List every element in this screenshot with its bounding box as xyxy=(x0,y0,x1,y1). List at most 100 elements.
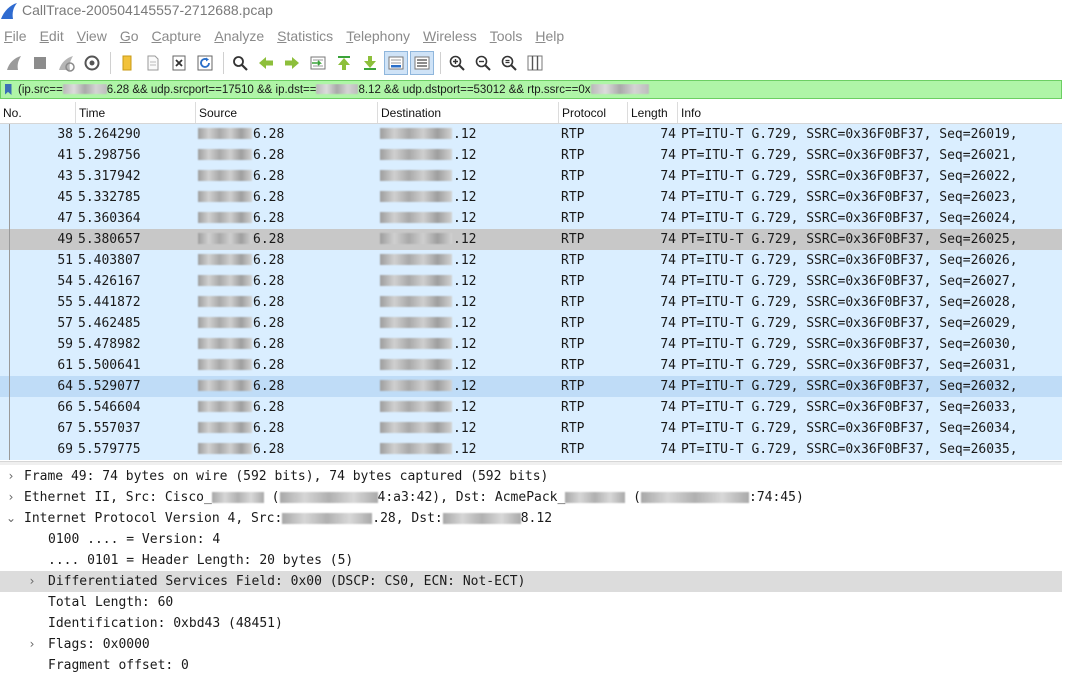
menu-edit[interactable]: Edit xyxy=(40,28,64,44)
cell-protocol: RTP xyxy=(561,148,585,163)
menu-go[interactable]: Go xyxy=(120,28,139,44)
tree-item-ipv4[interactable]: ⌄ Internet Protocol Version 4, Src: .28, … xyxy=(0,508,1062,529)
cell-source-suffix: 6.28 xyxy=(253,274,285,289)
tree-field-label: Flags: 0x0000 xyxy=(48,637,150,652)
packet-row[interactable]: 64 5.529077 6.28 .12 RTP 74 PT=ITU-T G.729, SS… xyxy=(0,376,1062,397)
packet-row[interactable]: 55 5.441872 6.28 .12 RTP 74 PT=ITU-T G.729, SS… xyxy=(0,292,1062,313)
filter-bookmark-icon[interactable] xyxy=(1,81,15,98)
options-gear-icon[interactable] xyxy=(80,51,104,75)
menu-view[interactable]: View xyxy=(77,28,107,44)
packet-row[interactable]: 49 5.380657 6.28 .12 RTP 74 PT=ITU-T G.729, SS… xyxy=(0,229,1062,250)
packet-row[interactable]: 47 5.360364 6.28 .12 RTP 74 PT=ITU-T G.729, SS… xyxy=(0,208,1062,229)
tree-field-label: Fragment offset: 0 xyxy=(48,658,189,673)
packet-details[interactable]: › Frame 49: 74 bytes on wire (592 bits), … xyxy=(0,466,1062,677)
cell-info: PT=ITU-T G.729, SSRC=0x36F0BF37, Seq=260… xyxy=(681,316,1018,331)
column-header-time[interactable]: Time xyxy=(76,102,196,123)
cell-destination: .12 xyxy=(378,145,559,166)
cell-protocol: RTP xyxy=(561,400,585,415)
redacted-address xyxy=(198,296,252,307)
cell-time: 5.403807 xyxy=(78,253,141,268)
packet-row[interactable]: 69 5.579775 6.28 .12 RTP 74 PT=ITU-T G.729, SS… xyxy=(0,439,1062,460)
row-bracket-line xyxy=(9,166,10,187)
cell-destination-suffix: .12 xyxy=(453,211,477,226)
stop-icon[interactable] xyxy=(28,51,52,75)
tree-field-dsfield[interactable]: › Differentiated Services Field: 0x00 (DS… xyxy=(0,571,1062,592)
open-file-icon[interactable] xyxy=(115,51,139,75)
cell-source-suffix: 6.28 xyxy=(253,400,285,415)
menu-file[interactable]: File xyxy=(4,28,27,44)
collapse-arrow-icon[interactable]: ⌄ xyxy=(4,508,18,529)
file-icon[interactable] xyxy=(141,51,165,75)
back-arrow-icon[interactable] xyxy=(254,51,278,75)
expand-arrow-icon[interactable]: › xyxy=(4,466,18,487)
packet-row[interactable]: 67 5.557037 6.28 .12 RTP 74 PT=ITU-T G.729, SS… xyxy=(0,418,1062,439)
tree-field-label: .... 0101 = Header Length: 20 bytes (5) xyxy=(48,553,354,568)
restart-icon[interactable] xyxy=(54,51,78,75)
packet-row[interactable]: 41 5.298756 6.28 .12 RTP 74 PT=ITU-T G.729, SS… xyxy=(0,145,1062,166)
menu-capture[interactable]: Capture xyxy=(152,28,202,44)
column-header-no[interactable]: No. xyxy=(0,102,76,123)
first-packet-icon[interactable] xyxy=(332,51,356,75)
redacted-address xyxy=(198,401,252,412)
normal-size-icon[interactable] xyxy=(497,51,521,75)
tree-field[interactable]: Fragment offset: 0 xyxy=(0,655,1062,676)
menu-statistics[interactable]: Statistics xyxy=(277,28,333,44)
cell-destination-suffix: .12 xyxy=(453,274,477,289)
find-icon[interactable] xyxy=(228,51,252,75)
cell-length: 74 xyxy=(660,358,676,373)
cell-source-suffix: 6.28 xyxy=(253,358,285,373)
menu-wireless[interactable]: Wireless xyxy=(423,28,477,44)
expand-arrow-icon[interactable]: › xyxy=(4,487,18,508)
redacted-address xyxy=(380,275,452,286)
shark-fin-start-icon[interactable] xyxy=(2,51,26,75)
tree-field-flags[interactable]: › Flags: 0x0000 xyxy=(0,634,1062,655)
expand-arrow-icon[interactable]: › xyxy=(25,571,39,592)
forward-arrow-icon[interactable] xyxy=(280,51,304,75)
colorize-icon[interactable] xyxy=(410,51,434,75)
packet-row[interactable]: 66 5.546604 6.28 .12 RTP 74 PT=ITU-T G.729, SS… xyxy=(0,397,1062,418)
tree-field[interactable]: 0100 .... = Version: 4 xyxy=(0,529,1062,550)
column-header-info[interactable]: Info xyxy=(678,102,1062,123)
packet-row[interactable]: 61 5.500641 6.28 .12 RTP 74 PT=ITU-T G.729, SS… xyxy=(0,355,1062,376)
pane-splitter[interactable] xyxy=(0,461,1062,465)
expand-arrow-icon[interactable]: › xyxy=(25,634,39,655)
packet-row[interactable]: 54 5.426167 6.28 .12 RTP 74 PT=ITU-T G.729, SS… xyxy=(0,271,1062,292)
go-to-packet-icon[interactable] xyxy=(306,51,330,75)
menu-analyze[interactable]: Analyze xyxy=(214,28,264,44)
tree-field[interactable]: Identification: 0xbd43 (48451) xyxy=(0,613,1062,634)
menu-tools[interactable]: Tools xyxy=(490,28,523,44)
packet-row[interactable]: 45 5.332785 6.28 .12 RTP 74 PT=ITU-T G.729, SS… xyxy=(0,187,1062,208)
menu-help[interactable]: Help xyxy=(535,28,564,44)
cell-source-suffix: 6.28 xyxy=(253,190,285,205)
menu-telephony[interactable]: Telephony xyxy=(346,28,410,44)
cell-destination-suffix: .12 xyxy=(453,358,477,373)
packet-row[interactable]: 51 5.403807 6.28 .12 RTP 74 PT=ITU-T G.729, SS… xyxy=(0,250,1062,271)
column-header-length[interactable]: Length xyxy=(628,102,678,123)
reload-icon[interactable] xyxy=(193,51,217,75)
column-header-source[interactable]: Source xyxy=(196,102,378,123)
row-bracket-line xyxy=(9,397,10,418)
last-packet-icon[interactable] xyxy=(358,51,382,75)
tree-field-label: Identification: 0xbd43 (48451) xyxy=(48,616,283,631)
packet-row[interactable]: 38 5.264290 6.28 .12 RTP 74 PT=ITU-T G.729, SS… xyxy=(0,124,1062,145)
tree-item-ethernet[interactable]: › Ethernet II, Src: Cisco_ (4:a3:42), Dst… xyxy=(0,487,1062,508)
packet-row[interactable]: 43 5.317942 6.28 .12 RTP 74 PT=ITU-T G.729, SS… xyxy=(0,166,1062,187)
cell-destination-suffix: .12 xyxy=(453,316,477,331)
tree-field[interactable]: .... 0101 = Header Length: 20 bytes (5) xyxy=(0,550,1062,571)
display-filter-input[interactable]: (ip.src== 6.28 && udp.srcport==17510 && i… xyxy=(15,84,1061,96)
zoom-out-icon[interactable] xyxy=(471,51,495,75)
tree-item-frame[interactable]: › Frame 49: 74 bytes on wire (592 bits), … xyxy=(0,466,1062,487)
column-header-destination[interactable]: Destination xyxy=(378,102,559,123)
packet-row[interactable]: 59 5.478982 6.28 .12 RTP 74 PT=ITU-T G.729, SS… xyxy=(0,334,1062,355)
resize-columns-icon[interactable] xyxy=(523,51,547,75)
tree-field[interactable]: Total Length: 60 xyxy=(0,592,1062,613)
close-file-icon[interactable] xyxy=(167,51,191,75)
packet-list[interactable]: No. Time Source Destination Protocol Len… xyxy=(0,102,1062,460)
zoom-in-icon[interactable] xyxy=(445,51,469,75)
packet-row[interactable]: 57 5.462485 6.28 .12 RTP 74 PT=ITU-T G.729, SS… xyxy=(0,313,1062,334)
cell-destination-suffix: .12 xyxy=(453,421,477,436)
redacted-address xyxy=(316,84,359,95)
cell-time: 5.462485 xyxy=(78,316,141,331)
column-header-protocol[interactable]: Protocol xyxy=(559,102,628,123)
autoscroll-icon[interactable] xyxy=(384,51,408,75)
